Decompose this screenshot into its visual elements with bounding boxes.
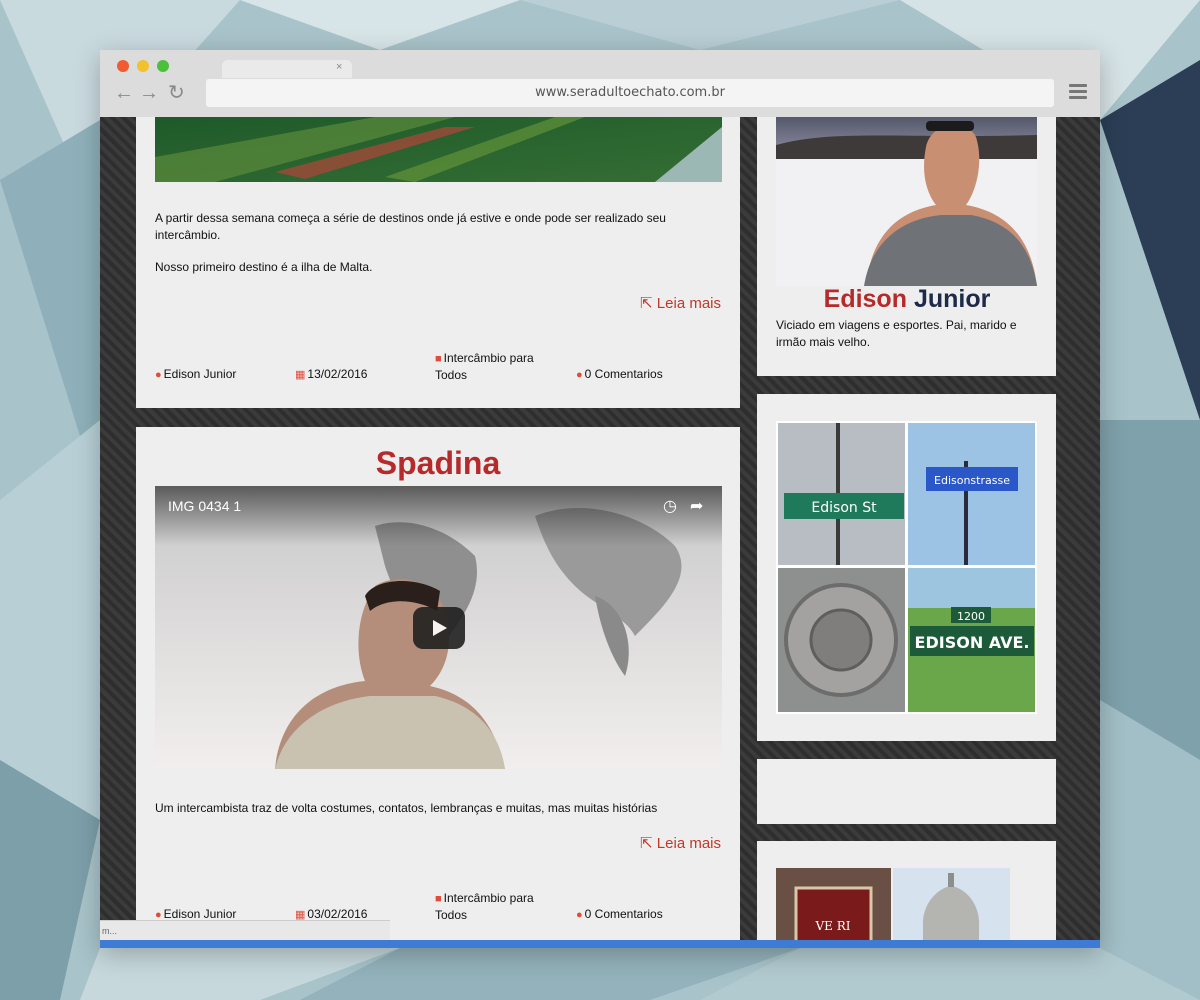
folder-icon: ■: [435, 353, 442, 365]
post-image-malta[interactable]: [155, 117, 722, 182]
post-comments[interactable]: ● 0 Comentarios: [576, 366, 663, 383]
browser-toolbar: × ← → ↻ www.seradultoechato.com.br: [100, 50, 1100, 117]
post-category[interactable]: ■ Intercâmbio para Todos: [435, 890, 555, 923]
reload-icon[interactable]: ↻: [168, 83, 185, 103]
sign-number-1200: 1200: [957, 610, 985, 623]
taskbar-strip: [100, 940, 1100, 948]
sign-edison-st: Edison St: [811, 500, 877, 516]
browser-window: × ← → ↻ www.seradultoechato.com.br A par…: [100, 50, 1100, 948]
maximize-window-button[interactable]: [157, 60, 169, 72]
post-date: ▦ 13/02/2016: [295, 366, 367, 383]
post-card-spadina: Spadina IMG 0434 1 ◷ ➦ Um intercambista …: [136, 427, 740, 940]
external-link-icon: ⇱: [640, 295, 657, 312]
post-category[interactable]: ■ Intercâmbio para Todos: [435, 350, 555, 383]
read-more-link[interactable]: ⇱ Leia mais: [640, 294, 721, 312]
date-value: 13/02/2016: [307, 367, 368, 381]
video-player[interactable]: IMG 0434 1 ◷ ➦: [155, 486, 722, 769]
empty-widget: [757, 759, 1056, 824]
collage-widget: Edison St Edisonstrasse 1200 EDISON AVE.: [757, 394, 1056, 741]
post-comments[interactable]: ● 0 Comentarios: [576, 906, 663, 923]
sign-edison-ave: EDISON AVE.: [915, 633, 1030, 652]
hamburger-menu-icon[interactable]: [1069, 84, 1087, 102]
sign-edisonstrasse: Edisonstrasse: [934, 474, 1010, 487]
minimize-window-button[interactable]: [137, 60, 149, 72]
author-name: Edison Junior: [163, 367, 237, 381]
post-excerpt-p2: Nosso primeiro destino é a ilha de Malta…: [155, 260, 373, 274]
comments-count: 0 Comentarios: [584, 367, 663, 381]
category-label: Intercâmbio para Todos: [435, 891, 534, 922]
comment-icon: ●: [576, 909, 583, 921]
category-label: Intercâmbio para Todos: [435, 351, 534, 382]
comment-icon: ●: [576, 369, 583, 381]
post-author[interactable]: ● Edison Junior: [155, 366, 236, 383]
thumbnail-veritas[interactable]: VE RI: [776, 868, 891, 940]
post-excerpt-p1: A partir dessa semana começa a série de …: [155, 211, 666, 242]
author-widget-name: Edison Junior: [757, 285, 1057, 314]
status-bar: m...: [100, 920, 390, 940]
tab-close-icon[interactable]: ×: [336, 61, 342, 73]
author-widget: Edison Junior Viciado em viagens e espor…: [757, 117, 1056, 376]
author-bio: Viciado em viagens e esportes. Pai, mari…: [776, 318, 1017, 349]
folder-icon: ■: [435, 893, 442, 905]
edison-signs-collage[interactable]: Edison St Edisonstrasse 1200 EDISON AVE.: [776, 421, 1037, 714]
back-arrow-icon[interactable]: ←: [114, 83, 134, 103]
forward-arrow-icon[interactable]: →: [139, 83, 159, 103]
read-more-label: Leia mais: [656, 835, 721, 852]
thumbnail-text: VE RI: [814, 919, 850, 933]
play-button[interactable]: [413, 607, 465, 649]
address-bar[interactable]: www.seradultoechato.com.br: [206, 79, 1054, 107]
watch-later-icon[interactable]: ◷: [663, 496, 677, 516]
calendar-icon: ▦: [295, 369, 306, 381]
video-title[interactable]: IMG 0434 1: [168, 498, 241, 514]
browser-tab[interactable]: [222, 60, 352, 78]
read-more-label: Leia mais: [656, 295, 721, 312]
close-window-button[interactable]: [117, 60, 129, 72]
share-icon[interactable]: ➦: [690, 496, 703, 516]
comments-count: 0 Comentarios: [584, 907, 663, 921]
read-more-link[interactable]: ⇱ Leia mais: [640, 834, 721, 852]
post-card-malta: A partir dessa semana começa a série de …: [136, 117, 740, 408]
external-link-icon: ⇱: [640, 835, 657, 852]
author-last-name: Junior: [913, 285, 991, 313]
user-icon: ●: [155, 369, 162, 381]
thumbnails-widget: VE RI: [757, 841, 1056, 940]
post-title[interactable]: Spadina: [136, 445, 740, 482]
author-name: Edison Junior: [163, 907, 237, 921]
author-first-name: Edison: [823, 285, 907, 313]
thumbnail-capitol[interactable]: [893, 868, 1010, 940]
page-viewport[interactable]: A partir dessa semana começa a série de …: [100, 117, 1100, 940]
post-excerpt: Um intercambista traz de volta costumes,…: [155, 801, 658, 815]
author-photo: [776, 117, 1037, 286]
date-value: 03/02/2016: [307, 907, 368, 921]
